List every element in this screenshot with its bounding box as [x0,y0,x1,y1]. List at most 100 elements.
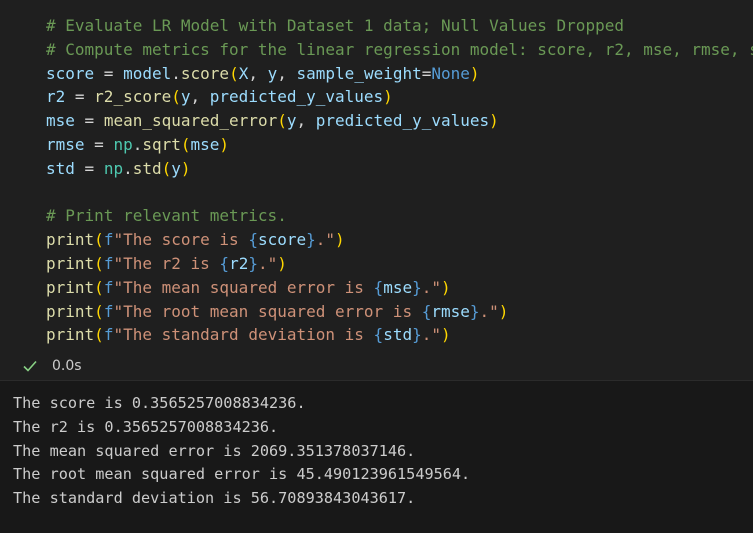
output-line: The r2 is 0.3565257008834236. [13,417,279,436]
code-token: ) [441,325,451,345]
code-line[interactable]: r2 = r2_score(y, predicted_y_values) [46,85,753,109]
code-token: print [46,253,95,273]
code-line[interactable]: std = np.std(y) [46,157,753,181]
code-token: score [180,63,230,83]
code-token: , [248,63,268,83]
code-token: = [94,63,124,83]
code-token: print [46,301,95,321]
code-token: { [373,277,384,297]
code-line[interactable]: print(f"The standard deviation is {std}.… [46,323,753,347]
code-token: ) [441,277,451,297]
code-token: score [46,63,95,83]
code-token: } [412,325,422,345]
code-line[interactable]: print(f"The root mean squared error is {… [46,300,753,324]
code-token: mse [383,277,413,297]
code-token: predicted_y_values [315,111,490,131]
code-token: y [171,158,181,178]
check-icon [23,360,37,372]
code-token: X [238,63,249,83]
code-token: "The mean squared error is [113,277,374,297]
code-line[interactable]: mse = mean_squared_error(y, predicted_y_… [46,109,753,133]
code-token: ( [94,277,104,297]
code-token: ) [277,253,287,273]
code-token: score [257,230,307,250]
code-token: = [65,87,95,107]
code-token: , [296,111,316,131]
code-line[interactable]: rmse = np.sqrt(mse) [46,133,753,157]
code-token: None [431,63,470,83]
cell-output: The score is 0.3565257008834236. The r2 i… [0,381,753,533]
code-token: rmse [46,134,85,154]
code-token: ." [315,230,336,250]
code-token: ) [219,134,230,154]
code-editor[interactable]: # Evaluate LR Model with Dataset 1 data;… [46,14,753,347]
code-token: print [46,230,95,250]
output-line: The score is 0.3565257008834236. [13,394,306,412]
code-token: y [267,63,278,83]
code-token: # Print relevant metrics. [46,206,287,226]
code-token: ) [383,87,393,107]
output-text: The score is 0.3565257008834236. The r2 i… [13,392,470,511]
code-line[interactable]: # Print relevant metrics. [46,204,753,228]
code-token: ) [469,63,480,83]
execution-time: 0.0s [52,358,82,374]
code-line[interactable]: # Compute metrics for the linear regress… [46,38,753,62]
code-cell[interactable]: # Evaluate LR Model with Dataset 1 data;… [0,0,753,381]
code-token: ) [180,158,191,178]
code-token: ( [94,253,104,273]
code-token: f [103,230,114,250]
code-token: print [46,277,95,297]
code-token: ." [479,301,499,321]
code-token: ) [489,111,499,131]
code-token: np [103,158,124,178]
code-token: = [74,111,104,131]
code-line[interactable]: print(f"The score is {score}.") [46,228,753,252]
code-token: ." [257,253,278,273]
code-token: f [103,277,114,297]
code-token: , [277,63,297,83]
code-line[interactable] [46,181,753,205]
code-token: . [132,134,143,154]
code-token: ) [335,230,345,250]
output-line: The standard deviation is 56.70893843043… [13,489,416,508]
code-token: sqrt [142,134,181,154]
output-line: The root mean squared error is 45.490123… [13,465,471,484]
code-token: { [248,230,258,250]
code-token: = [421,63,432,83]
code-line[interactable]: print(f"The mean squared error is {mse}.… [46,276,753,300]
code-line[interactable]: print(f"The r2 is {r2}.") [46,252,753,276]
code-token: f [103,253,114,273]
code-token: ." [421,277,441,297]
code-line[interactable]: score = model.score(X, y, sample_weight=… [46,62,753,86]
code-token: y [180,87,191,107]
code-token: mse [46,111,75,131]
code-token: rmse [431,301,470,321]
code-token: mse [190,134,220,154]
code-token: ( [180,134,191,154]
code-token: , [190,87,210,107]
execution-status: 0.0s [22,354,82,378]
code-token: f [103,325,114,345]
code-token: = [74,158,104,178]
code-token: } [306,230,316,250]
code-token: ( [277,111,287,131]
code-token: f [103,301,114,321]
code-token: # Compute metrics for the linear regress… [46,39,753,59]
code-token: # Evaluate LR Model with Dataset 1 data;… [46,16,624,35]
code-token: "The r2 is [113,253,220,273]
code-token: ( [94,230,104,250]
code-token: { [373,325,384,345]
code-token: std [132,158,162,178]
code-token: sample_weight [296,63,422,83]
code-token: model [123,63,172,83]
code-line[interactable]: # Evaluate LR Model with Dataset 1 data;… [46,14,753,38]
code-token: r2 [46,87,66,107]
code-token: { [219,253,230,273]
code-token: ( [94,325,104,345]
code-token: } [469,301,480,321]
code-token: ( [229,63,239,83]
code-token: } [248,253,258,273]
code-token: ) [498,301,509,321]
code-token: r2_score [94,87,172,107]
code-token: . [123,158,133,178]
